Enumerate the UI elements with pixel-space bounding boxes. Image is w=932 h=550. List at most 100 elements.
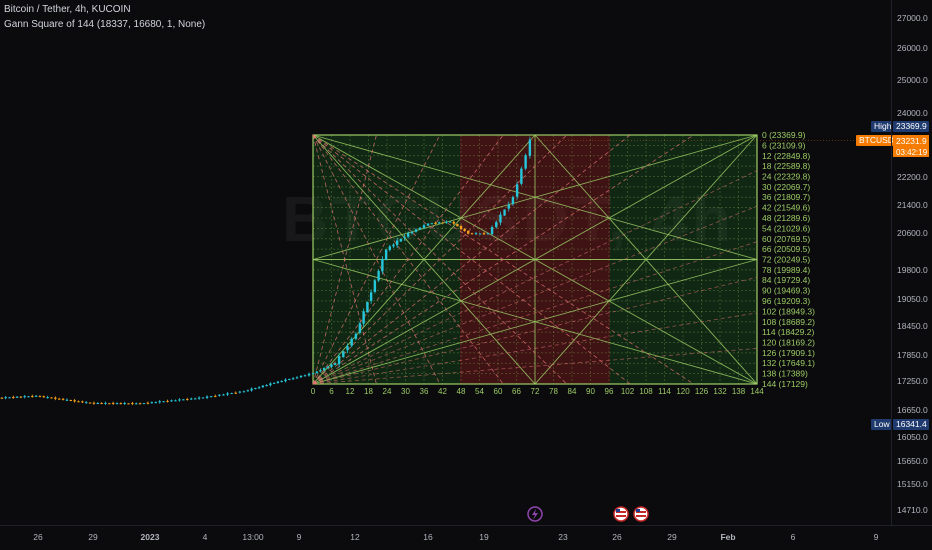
price-axis-tick: 25000.0 xyxy=(897,75,928,85)
candle-body xyxy=(265,385,268,387)
flag-stripe xyxy=(616,515,626,517)
gann-level-label: 18 (22589.8) xyxy=(762,161,810,171)
time-axis-divider xyxy=(0,525,932,526)
candle-body xyxy=(418,227,422,230)
candle-body xyxy=(269,383,272,386)
price-axis-tick: 19800.0 xyxy=(897,265,928,275)
candle-body xyxy=(482,233,486,235)
candle-body xyxy=(426,223,430,226)
candle-body xyxy=(474,233,478,235)
candle-body xyxy=(34,395,38,397)
price-axis-tick: 16650.0 xyxy=(897,405,928,415)
candle-body xyxy=(88,402,92,404)
candle-body xyxy=(333,363,337,365)
candle-body xyxy=(515,184,519,197)
candle-body xyxy=(280,381,283,383)
candle-body xyxy=(437,222,441,224)
countdown-value: 03:42:19 xyxy=(896,148,928,157)
price-axis-tick: 19050.0 xyxy=(897,294,928,304)
symbol-title[interactable]: Bitcoin / Tether, 4h, KUCOIN xyxy=(4,4,131,15)
candle-body xyxy=(430,223,434,225)
candle-body xyxy=(346,346,349,351)
candle-body xyxy=(142,403,146,405)
candle-body xyxy=(490,227,494,235)
candle-body xyxy=(524,155,527,169)
candle-body xyxy=(377,270,380,281)
gann-level-label: 24 (22329.8) xyxy=(762,171,810,181)
time-axis-tick: 12 xyxy=(350,532,360,542)
high-badge-value: 23369.9 xyxy=(896,121,927,131)
candle-body xyxy=(58,398,61,400)
candle-body xyxy=(373,280,377,292)
candle-body xyxy=(205,396,209,398)
gann-level-label: 6 (23109.9) xyxy=(762,140,806,150)
price-axis-tick: 26000.0 xyxy=(897,43,928,53)
gann-step-label: 24 xyxy=(383,387,392,396)
candle-body xyxy=(201,397,205,399)
candle-body xyxy=(254,387,257,390)
candle-body xyxy=(369,292,373,301)
price-axis-divider xyxy=(891,0,892,525)
candle-body xyxy=(158,401,161,403)
candle-body xyxy=(452,221,455,224)
gann-step-label: 78 xyxy=(549,387,558,396)
candle-body xyxy=(528,139,532,156)
candle-body xyxy=(226,393,229,395)
gann-step-label: 66 xyxy=(512,387,521,396)
gann-level-label: 84 (19729.4) xyxy=(762,275,810,285)
candle-body xyxy=(445,221,448,223)
candle-body xyxy=(190,398,193,400)
candle-body xyxy=(193,398,197,400)
candle-body xyxy=(131,403,134,405)
gann-level-label: 144 (17129) xyxy=(762,379,808,389)
indicator-title[interactable]: Gann Square of 144 (18337, 16680, 1, Non… xyxy=(4,19,205,30)
candle-body xyxy=(31,395,34,397)
gann-level-label: 36 (21809.7) xyxy=(762,192,810,202)
candle-body xyxy=(326,366,330,369)
candle-body xyxy=(342,351,345,358)
candle-body xyxy=(354,333,358,339)
gann-level-label: 102 (18949.3) xyxy=(762,306,815,316)
gann-level-label: 138 (17389) xyxy=(762,369,808,379)
candle-body xyxy=(495,222,498,228)
candle-body xyxy=(96,402,99,404)
gann-level-label: 30 (22069.7) xyxy=(762,182,810,192)
gann-level-label: 48 (21289.6) xyxy=(762,213,810,223)
candle-body xyxy=(19,396,23,398)
gann-step-label: 132 xyxy=(713,387,727,396)
candle-body xyxy=(54,397,57,399)
candle-body xyxy=(23,396,26,398)
candle-body xyxy=(299,375,303,378)
low-badge-label: Low xyxy=(874,419,890,429)
candle-body xyxy=(77,401,80,403)
candle-body xyxy=(459,226,463,230)
candle-body xyxy=(399,238,403,242)
price-chart[interactable]: 0 6 12 18 24 30 36 42 48 54 60 66 72 78 84 90 96 102 108 11… xyxy=(0,0,932,550)
gann-step-label: 0 xyxy=(311,387,316,396)
gann-step-label: 84 xyxy=(568,387,577,396)
price-axis-tick: 15150.0 xyxy=(897,479,928,489)
gann-level-label: 72 (20249.5) xyxy=(762,254,810,264)
candle-body xyxy=(65,399,69,401)
candle-body xyxy=(0,397,4,399)
candle-body xyxy=(291,378,295,380)
gann-level-label: 96 (19209.3) xyxy=(762,296,810,306)
price-axis-tick: 16050.0 xyxy=(897,432,928,442)
candle-body xyxy=(92,402,96,404)
gann-step-label: 18 xyxy=(364,387,373,396)
gann-level-label: 66 (20509.5) xyxy=(762,244,810,254)
candle-body xyxy=(384,249,388,260)
candle-body xyxy=(250,388,253,391)
candle-body xyxy=(85,402,88,404)
candle-body xyxy=(388,246,392,250)
candle-body xyxy=(330,364,333,367)
candle-body xyxy=(257,387,261,389)
candle-body xyxy=(222,394,225,396)
chart-stage[interactable]: BTCUSDT, 4h 0 6 12 18 24 30 36 42 48 54 60 66 72 78 84… xyxy=(0,0,932,550)
gann-step-label: 30 xyxy=(401,387,410,396)
time-axis-tick: 19 xyxy=(479,532,489,542)
candle-body xyxy=(166,400,169,402)
candle-body xyxy=(337,356,341,365)
candle-body xyxy=(170,400,173,402)
gann-step-label: 48 xyxy=(457,387,466,396)
